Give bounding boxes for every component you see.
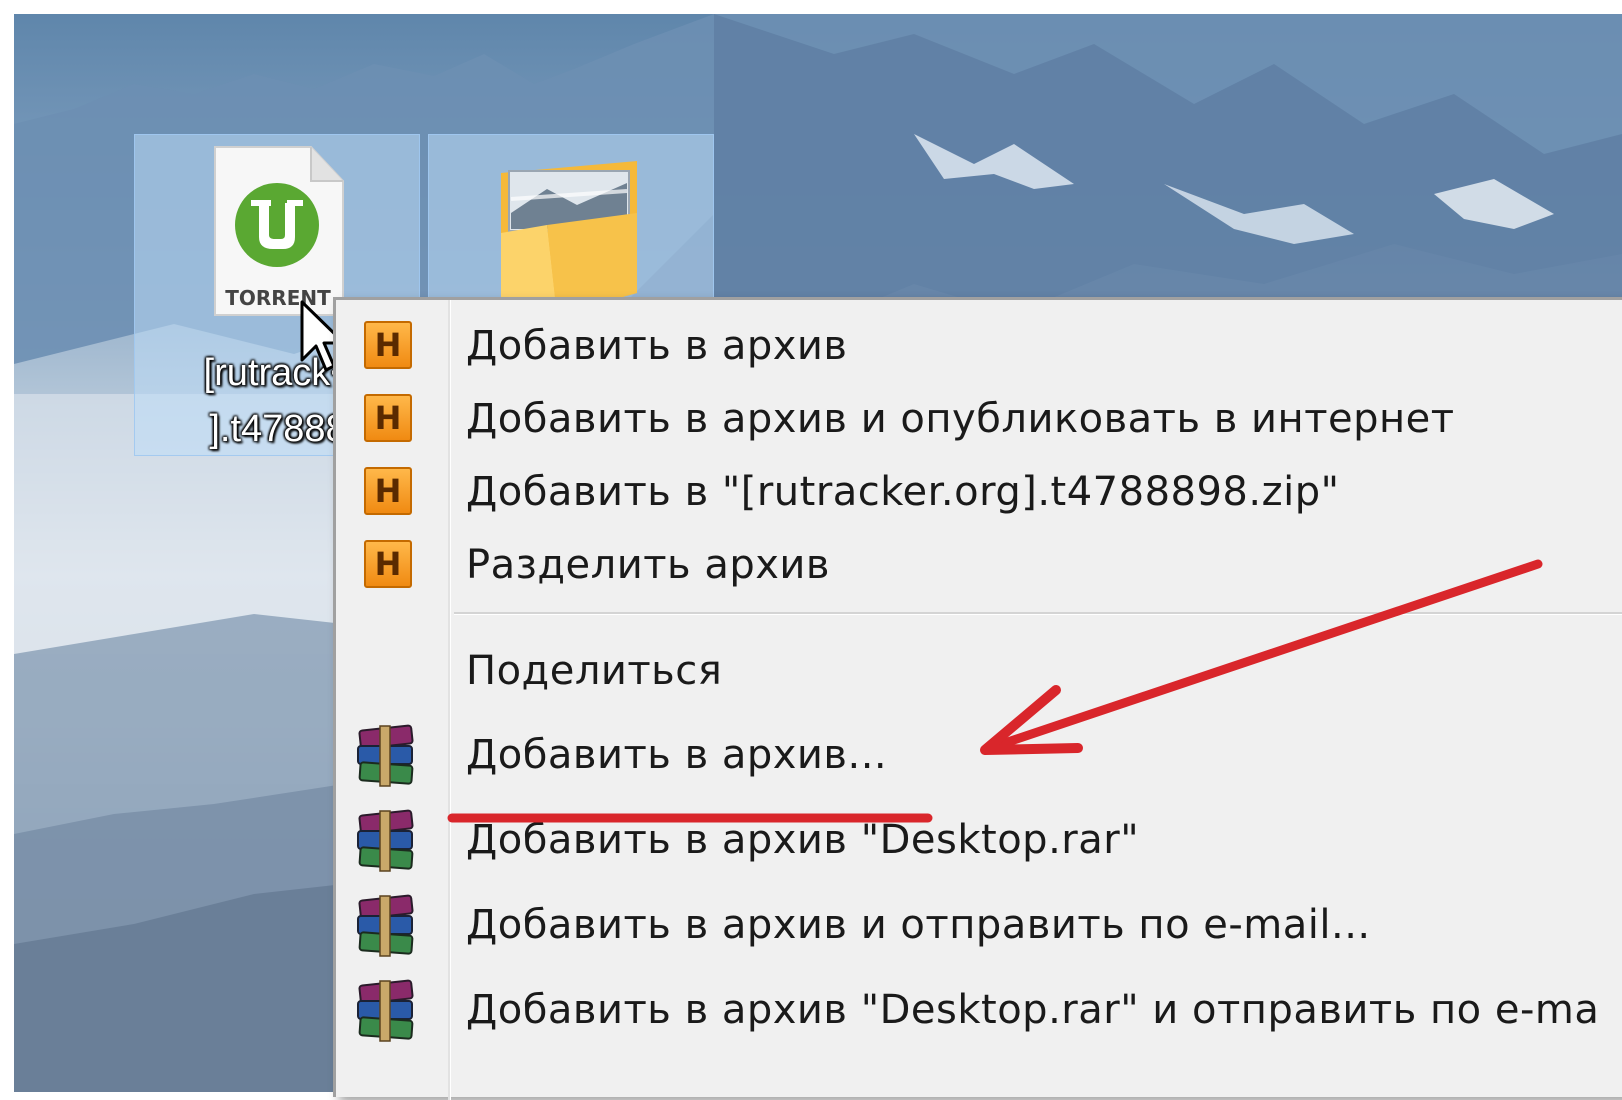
hamster-archiver-icon: H <box>364 321 412 369</box>
menu-item-winrar-add-desktop-rar[interactable]: Добавить в архив "Desktop.rar" <box>336 807 1622 877</box>
menu-item-label: Добавить в архив "Desktop.rar" <box>466 817 1140 863</box>
hamster-archiver-icon: H <box>364 540 412 588</box>
menu-item-add-to-zip[interactable]: H Добавить в "[rutracker.org].t4788898.z… <box>336 459 1622 529</box>
menu-item-label: Поделиться <box>466 648 723 694</box>
hamster-archiver-icon: H <box>364 467 412 515</box>
utorrent-icon: TORRENT <box>214 146 344 316</box>
folder-icon[interactable] <box>428 134 714 315</box>
menu-item-add-to-archive-hz[interactable]: H Добавить в архив <box>336 313 1622 383</box>
menu-item-label: Добавить в "[rutracker.org].t4788898.zip… <box>466 469 1340 515</box>
menu-item-label: Добавить в архив <box>466 323 848 369</box>
winrar-icon <box>357 979 414 1042</box>
folder-image-icon <box>501 161 637 315</box>
winrar-icon <box>357 809 414 872</box>
menu-separator <box>454 612 1622 615</box>
menu-item-winrar-add-and-email[interactable]: Добавить в архив и отправить по e-mail..… <box>336 892 1622 962</box>
winrar-icon <box>357 894 414 957</box>
menu-item-label: Добавить в архив и отправить по e-mail..… <box>466 902 1371 948</box>
context-menu: H Добавить в архив H Добавить в архив и … <box>333 297 1622 1100</box>
menu-item-share[interactable]: Поделиться <box>336 638 1622 708</box>
menu-item-split-archive[interactable]: H Разделить архив <box>336 532 1622 602</box>
winrar-icon <box>357 724 414 787</box>
menu-item-label: Добавить в архив... <box>466 732 888 778</box>
menu-item-label: Разделить архив <box>466 542 830 588</box>
menu-item-winrar-add-desktop-rar-and-email[interactable]: Добавить в архив "Desktop.rar" и отправи… <box>336 977 1622 1047</box>
hamster-archiver-icon: H <box>364 394 412 442</box>
menu-item-winrar-add-to-archive[interactable]: Добавить в архив... <box>336 722 1622 792</box>
menu-item-label: Добавить в архив и опубликовать в интерн… <box>466 396 1455 442</box>
menu-item-add-and-publish[interactable]: H Добавить в архив и опубликовать в инте… <box>336 386 1622 456</box>
menu-item-label: Добавить в архив "Desktop.rar" и отправи… <box>466 987 1600 1033</box>
